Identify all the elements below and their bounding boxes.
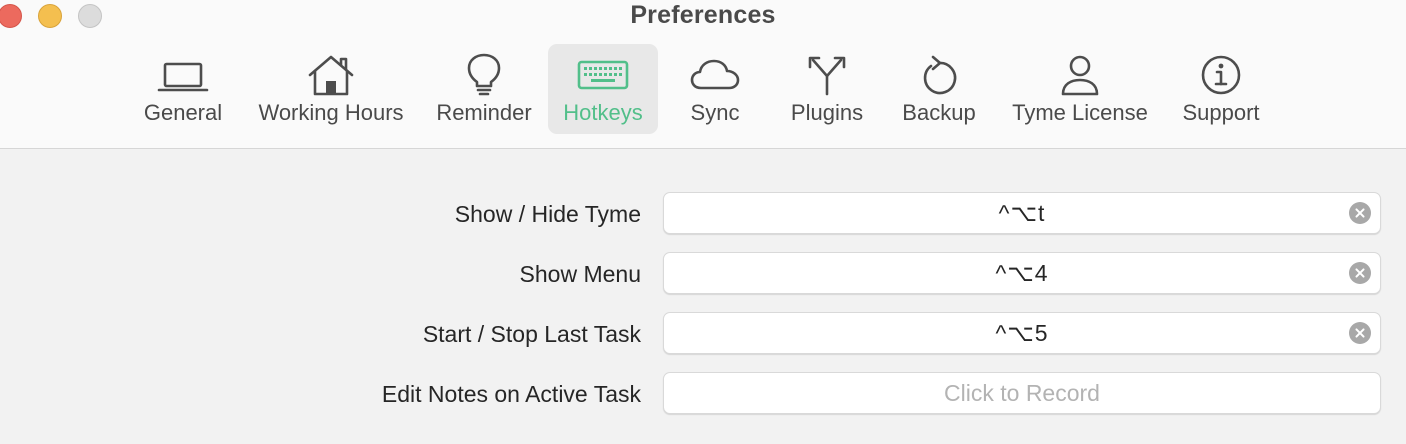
tab-tyme-license[interactable]: Tyme License <box>1003 44 1157 134</box>
person-icon <box>1052 52 1108 98</box>
hotkey-value: ^⌥4 <box>995 260 1049 286</box>
tab-label: Tyme License <box>1012 100 1148 125</box>
tab-general[interactable]: General <box>138 44 228 134</box>
tab-label: General <box>143 100 223 125</box>
tab-label: Reminder <box>436 100 532 125</box>
tab-hotkeys[interactable]: Hotkeys <box>548 44 658 134</box>
house-icon <box>303 52 359 98</box>
hotkey-label: Show / Hide Tyme <box>454 201 641 227</box>
hotkey-row: Start / Stop Last Task ^⌥5 <box>0 312 1406 356</box>
hotkey-row: Show / Hide Tyme ^⌥t <box>0 192 1406 236</box>
tab-backup[interactable]: Backup <box>893 44 985 134</box>
tab-plugins[interactable]: Plugins <box>780 44 874 134</box>
tab-label: Sync <box>690 100 740 125</box>
tab-sync[interactable]: Sync <box>670 44 760 134</box>
hotkey-row: Edit Notes on Active Task Click to Recor… <box>0 372 1406 416</box>
hotkey-label: Edit Notes on Active Task <box>381 381 641 407</box>
laptop-icon <box>155 52 211 98</box>
tab-working-hours[interactable]: Working Hours <box>250 44 412 134</box>
tab-support[interactable]: Support <box>1173 44 1269 134</box>
keyboard-icon <box>575 52 631 98</box>
tab-label: Hotkeys <box>563 100 643 125</box>
clear-icon[interactable] <box>1349 202 1371 224</box>
info-icon <box>1193 52 1249 98</box>
hotkey-recorder-field[interactable]: ^⌥5 <box>663 312 1381 354</box>
clear-icon[interactable] <box>1349 262 1371 284</box>
hotkey-value: ^⌥t <box>998 200 1046 226</box>
tab-label: Working Hours <box>258 100 404 125</box>
hotkey-label: Start / Stop Last Task <box>422 321 641 347</box>
hotkey-label: Show Menu <box>519 261 641 287</box>
cloud-icon <box>687 52 743 98</box>
hotkey-row: Show Menu ^⌥4 <box>0 252 1406 296</box>
tab-label: Support <box>1182 100 1260 125</box>
hotkey-recorder-field[interactable]: ^⌥t <box>663 192 1381 234</box>
hotkey-recorder-field[interactable]: ^⌥4 <box>663 252 1381 294</box>
clear-icon[interactable] <box>1349 322 1371 344</box>
hotkey-value: ^⌥5 <box>995 320 1049 346</box>
tab-reminder[interactable]: Reminder <box>430 44 538 134</box>
tab-label: Plugins <box>790 100 864 125</box>
hotkey-recorder-field[interactable]: Click to Record <box>663 372 1381 414</box>
window-title: Preferences <box>630 1 776 29</box>
fork-arrows-icon <box>799 52 855 98</box>
preferences-toolbar: General Working Hours Reminder Hotkeys S… <box>0 44 1406 134</box>
tab-label: Backup <box>902 100 976 125</box>
lightbulb-icon <box>456 52 512 98</box>
restore-arrow-icon <box>911 52 967 98</box>
title-bar: Preferences General Working Hours Remind… <box>0 0 1406 149</box>
hotkey-placeholder: Click to Record <box>944 380 1100 406</box>
